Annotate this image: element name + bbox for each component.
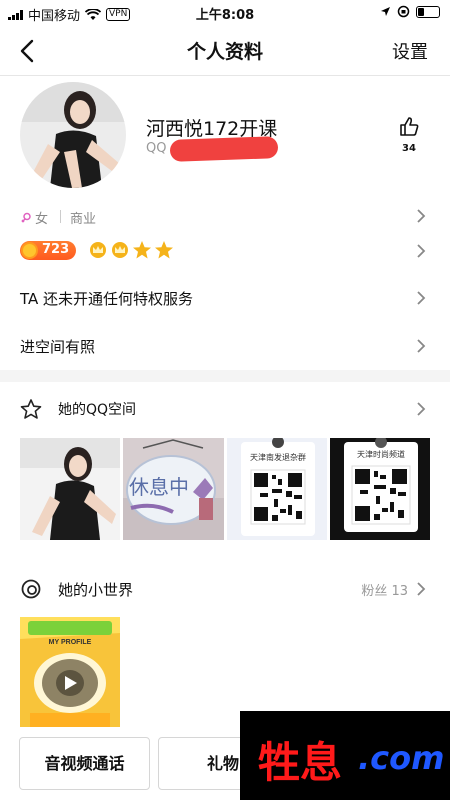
like-button[interactable]: 34 bbox=[394, 115, 424, 154]
settings-button[interactable]: 设置 bbox=[392, 38, 428, 64]
level-badge: 723 bbox=[20, 241, 76, 260]
level-value: 723 bbox=[42, 242, 70, 257]
qzone-photo-label: 进空间有照 bbox=[20, 338, 96, 356]
qzone-photo[interactable]: 天津南发退杂群 bbox=[226, 438, 327, 540]
location-icon bbox=[381, 7, 390, 16]
fans-count: 粉丝 13 bbox=[361, 584, 408, 599]
world-header[interactable]: 她的小世界 粉丝 13 bbox=[0, 574, 450, 604]
crown-icon bbox=[90, 242, 106, 258]
little-world-icon bbox=[21, 579, 41, 599]
avatar[interactable] bbox=[20, 82, 126, 188]
chevron-right-icon bbox=[417, 402, 426, 416]
redaction-mark bbox=[169, 136, 279, 162]
gender-label: 女 bbox=[35, 212, 49, 227]
thumbs-up-icon bbox=[400, 117, 419, 136]
star-icon bbox=[155, 241, 173, 259]
qzone-star-icon bbox=[20, 399, 42, 419]
qzone-title: 她的QQ空间 bbox=[58, 402, 137, 418]
chevron-right-icon bbox=[417, 291, 426, 305]
chevron-right-icon bbox=[417, 339, 426, 353]
orientation-lock-icon bbox=[397, 5, 410, 18]
tag-row[interactable]: 女 商业 bbox=[0, 204, 450, 228]
qzone-photo-row[interactable]: 进空间有照 bbox=[0, 322, 450, 370]
chevron-right-icon bbox=[417, 244, 426, 258]
gender-tag: 女 bbox=[20, 208, 48, 227]
av-call-button[interactable]: 音视频通话 bbox=[19, 737, 150, 790]
star-icon bbox=[133, 241, 151, 259]
coin-icon bbox=[21, 242, 38, 259]
chevron-right-icon bbox=[417, 209, 426, 223]
section-divider bbox=[0, 370, 450, 382]
crown-list bbox=[88, 240, 174, 260]
qzone-header[interactable]: 她的QQ空间 bbox=[0, 394, 450, 424]
like-count: 34 bbox=[402, 143, 416, 154]
world-title: 她的小世界 bbox=[58, 581, 134, 599]
qzone-photos: 休息中 天津南发退杂群 天津时尚频道 bbox=[20, 438, 430, 540]
watermark-logo: 牲息 .com bbox=[240, 711, 450, 800]
qr-card-title: 天津南发退杂群 bbox=[250, 452, 306, 462]
qzone-photo[interactable] bbox=[20, 438, 121, 540]
privilege-row[interactable]: TA 还未开通任何特权服务 bbox=[0, 274, 450, 322]
qzone-photo[interactable]: 休息中 bbox=[123, 438, 224, 540]
video-banner-text: MY PROFILE bbox=[49, 639, 92, 646]
privilege-label: TA 还未开通任何特权服务 bbox=[20, 290, 194, 308]
chevron-right-icon bbox=[417, 582, 426, 596]
watermark-en: .com bbox=[358, 739, 445, 777]
female-icon bbox=[21, 212, 31, 223]
qr-card-title: 天津时尚频道 bbox=[357, 449, 405, 459]
divider bbox=[60, 210, 61, 223]
world-video-thumbnail[interactable]: MY PROFILE bbox=[20, 617, 120, 727]
status-right bbox=[380, 5, 440, 18]
sign-text: 休息中 bbox=[129, 476, 189, 499]
crown-icon bbox=[112, 242, 128, 258]
status-bar: 中国移动 VPN 上午8:08 bbox=[0, 0, 450, 26]
level-row[interactable]: 723 bbox=[0, 238, 450, 264]
nav-bar: 个人资料 设置 bbox=[0, 26, 450, 76]
page-title: 个人资料 bbox=[186, 41, 263, 63]
qzone-photo[interactable]: 天津时尚频道 bbox=[329, 438, 430, 540]
occupation-label: 商业 bbox=[70, 212, 97, 227]
watermark-cn: 牲息 bbox=[258, 738, 343, 787]
qq-label: QQ bbox=[146, 141, 167, 156]
battery-icon bbox=[416, 5, 440, 18]
